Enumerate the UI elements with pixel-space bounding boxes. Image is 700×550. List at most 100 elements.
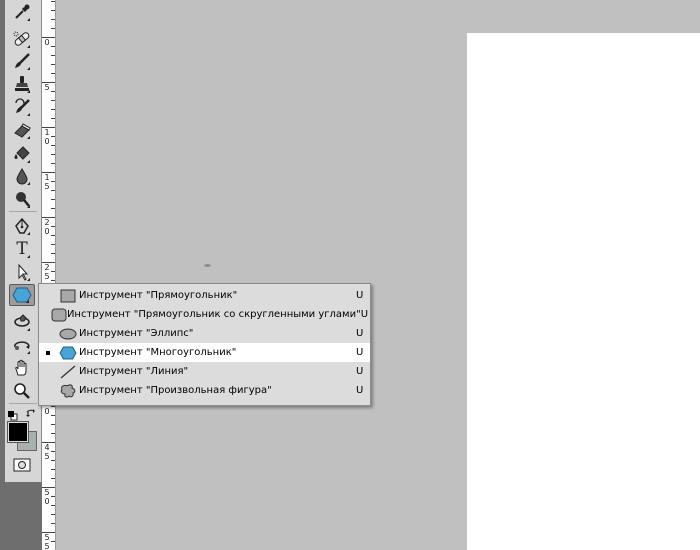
tools-panel-grip[interactable] <box>0 0 5 550</box>
menu-item-rectangle-tool[interactable]: Инструмент "Прямоугольник" U <box>39 286 370 305</box>
ruler-label: 2 5 <box>44 263 50 281</box>
ruler-minor-tick <box>51 118 55 119</box>
menu-item-shortcut: U <box>360 309 369 320</box>
quick-mask-icon <box>13 458 31 472</box>
more-tools-indicator <box>26 300 29 303</box>
menu-item-shortcut: U <box>356 385 364 396</box>
menu-item-label: Инструмент "Многоугольник" <box>79 347 237 358</box>
ruler-label: 1 0 <box>44 128 50 146</box>
ruler-minor-tick <box>51 1 55 2</box>
rounded-rectangle-icon <box>51 308 67 321</box>
swap-colors-button[interactable] <box>25 405 37 417</box>
default-colors-icon <box>8 411 18 421</box>
more-tools-indicator <box>27 205 30 208</box>
menu-item-ellipse-tool[interactable]: Инструмент "Эллипс" U <box>39 324 370 343</box>
toolbar-divider <box>9 211 37 212</box>
menu-item-label: Инструмент "Произвольная фигура" <box>79 385 272 396</box>
ruler-label: 1 5 <box>44 173 50 191</box>
ruler-minor-tick <box>51 505 55 506</box>
ruler-minor-tick <box>51 253 55 254</box>
more-tools-indicator <box>27 113 30 116</box>
foreground-color-swatch[interactable] <box>7 421 29 443</box>
ruler-minor-tick <box>51 91 55 92</box>
ruler-minor-tick <box>51 73 55 74</box>
polygon-icon <box>59 346 77 359</box>
tools-panel: T <box>0 0 42 550</box>
ruler-minor-tick <box>51 424 55 425</box>
paint-bucket-tool[interactable] <box>9 143 35 165</box>
quick-mask-button[interactable] <box>12 457 32 473</box>
document-canvas[interactable] <box>467 33 700 550</box>
3d-orbit-tool[interactable] <box>9 334 35 356</box>
default-colors-button[interactable] <box>8 406 18 421</box>
ruler-minor-tick <box>51 19 55 20</box>
more-tools-indicator <box>27 182 30 185</box>
polygon-icon <box>12 287 32 303</box>
ruler-label: 4 5 <box>44 443 50 461</box>
ruler-minor-tick <box>51 181 55 182</box>
clone-stamp-tool[interactable] <box>9 73 35 95</box>
more-tools-indicator <box>27 232 30 235</box>
path-selection-tool[interactable] <box>9 261 35 283</box>
more-tools-indicator <box>27 278 30 281</box>
ruler-minor-tick <box>51 145 55 146</box>
ruler-minor-tick <box>51 469 55 470</box>
vertical-ruler[interactable]: 051 01 52 02 53 03 54 04 55 05 5 <box>42 0 56 550</box>
brush-tool[interactable] <box>9 50 35 72</box>
shape-tool[interactable] <box>9 284 35 306</box>
menu-item-custom-shape-tool[interactable]: Инструмент "Произвольная фигура" U <box>39 381 370 400</box>
healing-brush-tool[interactable] <box>9 28 35 50</box>
menu-item-label: Инструмент "Прямоугольник" <box>79 290 238 301</box>
selected-indicator <box>39 350 57 355</box>
zoom-icon <box>14 383 30 399</box>
ruler-minor-tick <box>51 190 55 191</box>
menu-item-shortcut: U <box>356 347 364 358</box>
menu-item-label: Инструмент "Линия" <box>79 366 189 377</box>
menu-item-line-tool[interactable]: Инструмент "Линия" U <box>39 362 370 381</box>
blur-tool[interactable] <box>9 165 35 187</box>
ruler-minor-tick <box>51 244 55 245</box>
3d-rotate-tool[interactable] <box>9 311 35 333</box>
more-tools-indicator <box>27 328 30 331</box>
history-brush-tool[interactable] <box>9 96 35 118</box>
ruler-minor-tick <box>51 55 55 56</box>
custom-shape-icon <box>60 383 76 398</box>
menu-item-shortcut: U <box>356 328 364 339</box>
more-tools-indicator <box>27 255 30 258</box>
menu-item-shortcut: U <box>356 290 364 301</box>
ruler-minor-tick <box>51 100 55 101</box>
more-tools-indicator <box>27 136 30 139</box>
rectangle-icon <box>60 289 76 302</box>
hand-tool[interactable] <box>9 357 35 379</box>
menu-item-polygon-tool[interactable]: Инструмент "Многоугольник" U <box>39 343 370 362</box>
menu-item-label: Инструмент "Прямоугольник со скругленным… <box>66 309 361 320</box>
type-tool[interactable]: T <box>9 238 35 260</box>
ruler-minor-tick <box>51 478 55 479</box>
type-icon: T <box>16 239 28 259</box>
ruler-minor-tick <box>51 28 55 29</box>
menu-item-shortcut: U <box>356 366 364 377</box>
ruler-minor-tick <box>51 433 55 434</box>
toolbar-divider <box>9 403 37 404</box>
swap-arrows-icon <box>26 409 35 417</box>
eyedropper-tool[interactable] <box>9 1 35 23</box>
canvas-mark <box>204 264 211 267</box>
ruler-label: 0 <box>44 38 50 47</box>
ruler-minor-tick <box>51 460 55 461</box>
ruler-minor-tick <box>51 154 55 155</box>
ellipse-icon <box>59 328 77 339</box>
ruler-label: 2 0 <box>44 218 50 236</box>
menu-item-label: Инструмент "Эллипс" <box>79 328 194 339</box>
ruler-minor-tick <box>51 523 55 524</box>
dodge-tool[interactable] <box>9 188 35 210</box>
ruler-minor-tick <box>51 280 55 281</box>
ruler-minor-tick <box>51 496 55 497</box>
ruler-minor-tick <box>51 406 55 407</box>
eraser-tool[interactable] <box>9 119 35 141</box>
ruler-label: 5 <box>44 83 50 92</box>
ruler-label: 5 5 <box>44 533 50 550</box>
menu-item-rounded-rectangle-tool[interactable]: Инструмент "Прямоугольник со скругленным… <box>39 305 370 324</box>
ruler-minor-tick <box>51 10 55 11</box>
pen-tool[interactable] <box>9 215 35 237</box>
zoom-tool[interactable] <box>9 380 35 402</box>
